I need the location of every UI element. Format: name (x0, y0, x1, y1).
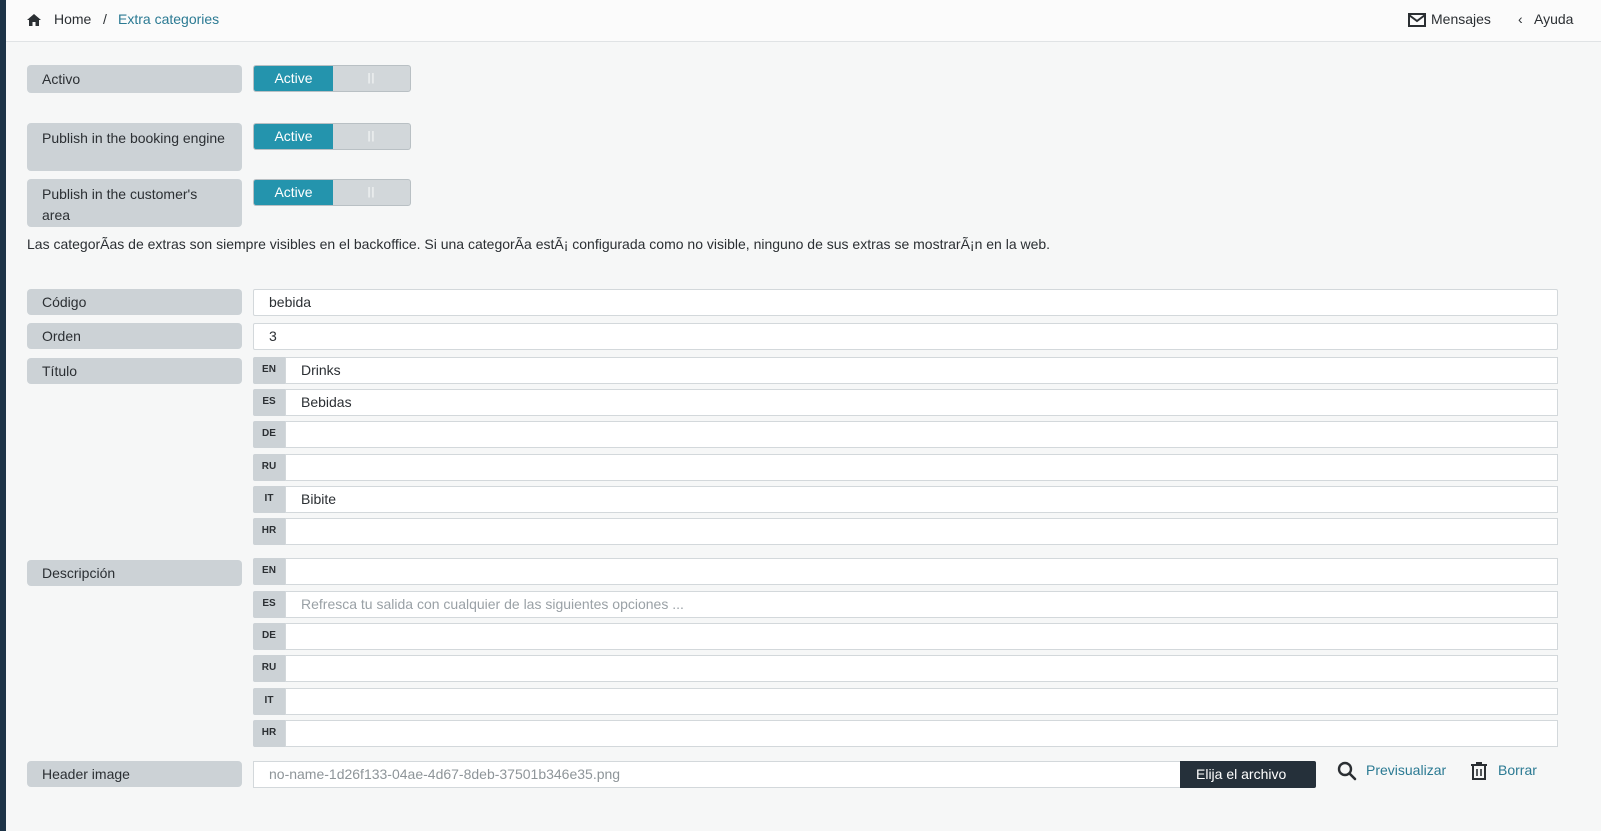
description-input-ru[interactable] (285, 655, 1558, 682)
chevron-left-icon[interactable]: ‹ (1518, 11, 1523, 27)
active-toggle[interactable]: Active || (253, 65, 411, 92)
toggle-handle: || (367, 186, 376, 198)
publish-booking-toggle[interactable]: Active || (253, 123, 411, 150)
breadcrumb-separator: / (103, 11, 107, 27)
delete-link[interactable]: Borrar (1498, 762, 1537, 778)
order-label: Orden (27, 323, 242, 349)
breadcrumb-home[interactable]: Home (54, 11, 91, 27)
lang-tag: RU (253, 454, 285, 481)
lang-tag: EN (253, 558, 285, 585)
description-row-ru: RU (253, 655, 1558, 682)
code-input[interactable]: bebida (253, 289, 1558, 316)
publish-booking-label: Publish in the booking engine (27, 123, 242, 171)
title-input-it[interactable]: Bibite (285, 486, 1558, 513)
trash-icon[interactable] (1470, 761, 1488, 781)
description-input-en[interactable] (285, 558, 1558, 585)
left-sidebar-edge (0, 0, 6, 831)
description-row-es: ES Refresca tu salida con cualquier de l… (253, 591, 1558, 618)
description-input-de[interactable] (285, 623, 1558, 650)
toggle-on-state: Active (254, 124, 333, 149)
visibility-note: Las categorÃas de extras son siempre vis… (27, 236, 1051, 252)
lang-tag: EN (253, 357, 285, 384)
preview-link[interactable]: Previsualizar (1366, 762, 1446, 778)
lang-tag: RU (253, 655, 285, 682)
help-link[interactable]: Ayuda (1534, 11, 1573, 27)
title-row-ru: RU (253, 454, 1558, 481)
lang-tag: ES (253, 389, 285, 416)
choose-file-button[interactable]: Elija el archivo (1180, 761, 1316, 788)
title-input-ru[interactable] (285, 454, 1558, 481)
title-input-en[interactable]: Drinks (285, 357, 1558, 384)
code-label: Código (27, 289, 242, 315)
lang-tag: IT (253, 688, 285, 715)
title-input-es[interactable]: Bebidas (285, 389, 1558, 416)
title-row-hr: HR (253, 518, 1558, 545)
header-image-label: Header image (27, 761, 242, 787)
description-label: Descripción (27, 560, 242, 586)
lang-tag: IT (253, 486, 285, 513)
order-input[interactable]: 3 (253, 323, 1558, 350)
description-input-hr[interactable] (285, 720, 1558, 747)
lang-tag: DE (253, 421, 285, 448)
description-row-en: EN (253, 558, 1558, 585)
toggle-handle: || (367, 72, 376, 84)
title-input-de[interactable] (285, 421, 1558, 448)
lang-tag: HR (253, 720, 285, 747)
lang-tag: HR (253, 518, 285, 545)
description-row-hr: HR (253, 720, 1558, 747)
title-input-hr[interactable] (285, 518, 1558, 545)
title-label: Título (27, 358, 242, 384)
lang-tag: ES (253, 591, 285, 618)
title-row-es: ES Bebidas (253, 389, 1558, 416)
title-row-en: EN Drinks (253, 357, 1558, 384)
breadcrumb-current[interactable]: Extra categories (118, 11, 219, 27)
toggle-handle: || (367, 130, 376, 142)
messages-link[interactable]: Mensajes (1431, 11, 1491, 27)
title-row-de: DE (253, 421, 1558, 448)
mail-icon[interactable] (1408, 13, 1426, 27)
title-row-it: IT Bibite (253, 486, 1558, 513)
toggle-on-state: Active (254, 66, 333, 91)
description-input-it[interactable] (285, 688, 1558, 715)
active-label: Activo (27, 65, 242, 93)
toggle-on-state: Active (254, 180, 333, 205)
header-image-filename[interactable]: no-name-1d26f133-04ae-4d67-8deb-37501b34… (253, 761, 1181, 788)
description-row-it: IT (253, 688, 1558, 715)
home-icon[interactable] (26, 12, 42, 28)
top-bar: Home / Extra categories Mensajes ‹ Ayuda (6, 0, 1601, 42)
publish-customer-area-label: Publish in the customer's area (27, 179, 242, 227)
description-input-es[interactable]: Refresca tu salida con cualquier de las … (285, 591, 1558, 618)
description-row-de: DE (253, 623, 1558, 650)
publish-customer-area-toggle[interactable]: Active || (253, 179, 411, 206)
search-icon[interactable] (1337, 761, 1357, 781)
lang-tag: DE (253, 623, 285, 650)
